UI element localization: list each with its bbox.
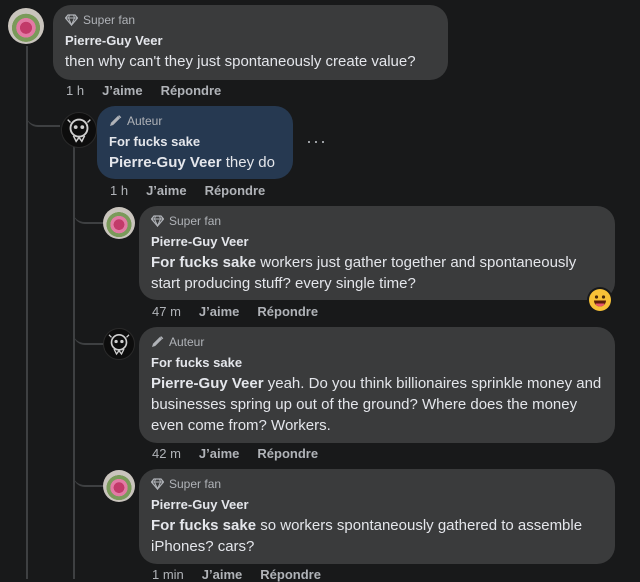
- comment-bubble: Super fan Pierre-Guy Veer For fucks sake…: [139, 469, 615, 564]
- avatar[interactable]: [103, 328, 135, 360]
- commenter-name[interactable]: For fucks sake: [109, 134, 281, 149]
- commenter-name[interactable]: For fucks sake: [151, 355, 603, 370]
- badge-label: Auteur: [169, 335, 205, 349]
- badge-label: Super fan: [169, 214, 222, 228]
- mention-link[interactable]: Pierre-Guy Veer: [109, 154, 222, 171]
- comment-text: Pierre-Guy Veer they do: [109, 152, 281, 173]
- timestamp[interactable]: 42 m: [152, 446, 181, 461]
- grinning-face-emoji[interactable]: [589, 289, 611, 311]
- reply-button[interactable]: Répondre: [161, 83, 222, 98]
- comment-actions: 1 h J’aime Répondre: [66, 83, 221, 98]
- badge-label: Super fan: [83, 13, 136, 27]
- pencil-icon: [109, 115, 122, 127]
- thread-connector: [73, 468, 103, 487]
- commenter-name[interactable]: Pierre-Guy Veer: [65, 33, 436, 48]
- comment-text: then why can't they just spontaneously c…: [65, 53, 416, 70]
- avatar[interactable]: [103, 470, 135, 502]
- super-fan-badge: Super fan: [150, 477, 603, 491]
- timestamp[interactable]: 1 h: [66, 83, 84, 98]
- diamond-icon: [64, 14, 79, 27]
- comment-text-body: they do: [221, 154, 275, 171]
- comment-text: Pierre-Guy Veer yeah. Do you think billi…: [151, 373, 603, 436]
- comment-bubble: Auteur For fucks sake Pierre-Guy Veer ye…: [139, 327, 615, 443]
- comment-text: For fucks sake so workers spontaneously …: [151, 515, 603, 557]
- author-badge: Auteur: [109, 114, 281, 128]
- avatar[interactable]: [61, 112, 97, 148]
- reply-button[interactable]: Répondre: [260, 567, 321, 582]
- thread-connector: [73, 204, 103, 224]
- like-button[interactable]: J’aime: [202, 567, 242, 582]
- avatar[interactable]: [103, 207, 135, 239]
- mention-link[interactable]: Pierre-Guy Veer: [151, 375, 264, 392]
- badge-label: Super fan: [169, 477, 222, 491]
- pencil-icon: [151, 336, 164, 348]
- mention-link[interactable]: For fucks sake: [151, 517, 256, 534]
- thread-connector: [26, 105, 60, 127]
- comment-bubble: Super fan Pierre-Guy Veer For fucks sake…: [139, 206, 615, 300]
- comment-bubble: Super fan Pierre-Guy Veer then why can't…: [53, 5, 448, 80]
- diamond-icon: [150, 478, 165, 491]
- like-button[interactable]: J’aime: [199, 446, 239, 461]
- timestamp[interactable]: 47 m: [152, 304, 181, 319]
- diamond-icon: [150, 215, 165, 228]
- thread-line-main: [26, 46, 28, 579]
- comment-actions: 1 h J’aime Répondre: [110, 183, 265, 198]
- comment-bubble: Auteur For fucks sake Pierre-Guy Veer th…: [97, 106, 293, 179]
- comment-actions: 42 m J’aime Répondre: [152, 446, 318, 461]
- badge-label: Auteur: [127, 114, 163, 128]
- author-badge: Auteur: [151, 335, 603, 349]
- avatar[interactable]: [8, 8, 44, 44]
- reply-button[interactable]: Répondre: [257, 304, 318, 319]
- more-options-button[interactable]: ···: [306, 131, 327, 152]
- reply-button[interactable]: Répondre: [257, 446, 318, 461]
- comment-actions: 1 min J’aime Répondre: [152, 567, 321, 582]
- super-fan-badge: Super fan: [64, 13, 436, 27]
- like-button[interactable]: J’aime: [146, 183, 186, 198]
- like-button[interactable]: J’aime: [102, 83, 142, 98]
- commenter-name[interactable]: Pierre-Guy Veer: [151, 497, 603, 512]
- timestamp[interactable]: 1 h: [110, 183, 128, 198]
- reply-button[interactable]: Répondre: [205, 183, 266, 198]
- mention-link[interactable]: For fucks sake: [151, 254, 256, 271]
- like-button[interactable]: J’aime: [199, 304, 239, 319]
- super-fan-badge: Super fan: [150, 214, 603, 228]
- thread-connector: [73, 326, 103, 345]
- timestamp[interactable]: 1 min: [152, 567, 184, 582]
- comment-actions: 47 m J’aime Répondre: [152, 304, 318, 319]
- comment-text: For fucks sake workers just gather toget…: [151, 252, 603, 294]
- commenter-name[interactable]: Pierre-Guy Veer: [151, 234, 603, 249]
